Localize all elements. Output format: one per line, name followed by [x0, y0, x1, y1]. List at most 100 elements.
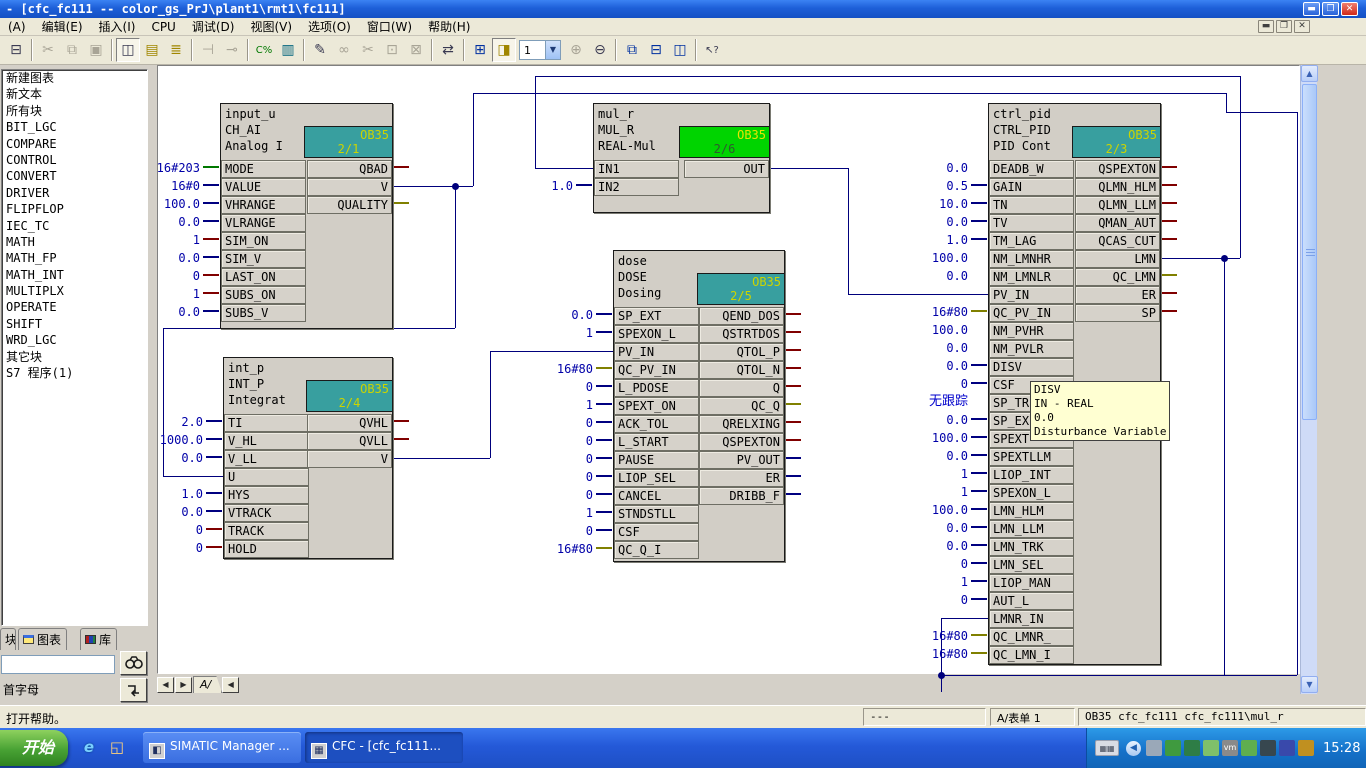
minimize-button[interactable]: ▬: [1303, 2, 1320, 16]
catalog-item-5[interactable]: CONTROL: [2, 152, 147, 168]
param-value[interactable]: 0: [961, 594, 968, 606]
scroll-up-button[interactable]: ▲: [1301, 65, 1318, 82]
catalog-item-11[interactable]: MATH_FP: [2, 250, 147, 266]
input-port-spexon_l[interactable]: SPEXON_L: [614, 325, 699, 343]
task-button-cfc[interactable]: ▦CFC - [cfc_fc111...: [305, 732, 463, 763]
input-port-mode[interactable]: MODE: [221, 160, 306, 178]
param-value[interactable]: 0.0: [946, 360, 968, 372]
jump-button[interactable]: [120, 678, 147, 702]
output-port-qcas_cut[interactable]: QCAS_CUT: [1075, 232, 1160, 250]
param-value[interactable]: 0.5: [946, 180, 968, 192]
output-port-lmn[interactable]: LMN: [1075, 250, 1160, 268]
input-port-value[interactable]: VALUE: [221, 178, 306, 196]
param-value[interactable]: 0.0: [946, 162, 968, 174]
input-port-liop_sel[interactable]: LIOP_SEL: [614, 469, 699, 487]
vertical-scrollbar[interactable]: ▲ ▼: [1300, 65, 1317, 694]
keyboard-tray-icon[interactable]: ▦▦: [1095, 740, 1119, 756]
scroll-down-button[interactable]: ▼: [1301, 676, 1318, 693]
block-mul_r[interactable]: mul_rMUL_RREAL-MulOB352/6IN1IN2OUT: [593, 103, 770, 213]
output-port-qtol_n[interactable]: QTOL_N: [699, 361, 784, 379]
output-port-qrelxing[interactable]: QRELXING: [699, 415, 784, 433]
catalog-item-13[interactable]: MULTIPLX: [2, 283, 147, 299]
block-schedule-badge[interactable]: OB352/3: [1072, 126, 1161, 158]
input-port-sp_ext[interactable]: SP_EXT: [614, 307, 699, 325]
sheet-nav-button-after[interactable]: ◀: [222, 677, 239, 693]
output-port-pv_out[interactable]: PV_OUT: [699, 451, 784, 469]
param-value[interactable]: 1000.0: [160, 434, 203, 446]
tray-icon-6[interactable]: [1260, 740, 1276, 756]
input-port-l_start[interactable]: L_START: [614, 433, 699, 451]
tray-collapse-icon[interactable]: ◀: [1126, 741, 1141, 756]
tile-horizontal-icon[interactable]: ⊟: [644, 38, 668, 62]
param-value[interactable]: 100.0: [932, 324, 968, 336]
input-port-cancel[interactable]: CANCEL: [614, 487, 699, 505]
input-port-tn[interactable]: TN: [989, 196, 1074, 214]
dropdown-arrow-icon[interactable]: ▼: [545, 41, 560, 59]
param-value[interactable]: 16#80: [932, 306, 968, 318]
output-port-qc_q[interactable]: QC_Q: [699, 397, 784, 415]
input-port-v_hl[interactable]: V_HL: [224, 432, 309, 450]
param-value[interactable]: 0: [586, 435, 593, 447]
input-port-qc_lmnr_[interactable]: QC_LMNR_: [989, 628, 1074, 646]
block-schedule-badge[interactable]: OB352/5: [697, 273, 785, 305]
input-port-hys[interactable]: HYS: [224, 486, 309, 504]
block-schedule-badge[interactable]: OB352/1: [304, 126, 393, 158]
param-value[interactable]: 0: [961, 378, 968, 390]
param-value[interactable]: 0.0: [181, 452, 203, 464]
output-port-qc_lmn[interactable]: QC_LMN: [1075, 268, 1160, 286]
output-port-sp[interactable]: SP: [1075, 304, 1160, 322]
param-value[interactable]: 0.0: [178, 216, 200, 228]
param-value[interactable]: 100.0: [932, 432, 968, 444]
param-value[interactable]: 0.0: [571, 309, 593, 321]
param-value[interactable]: 0.0: [946, 522, 968, 534]
task-button-simatic[interactable]: ◧SIMATIC Manager ...: [143, 732, 301, 763]
param-value[interactable]: 0.0: [946, 540, 968, 552]
input-port-spexon_l[interactable]: SPEXON_L: [989, 484, 1074, 502]
input-port-lmn_sel[interactable]: LMN_SEL: [989, 556, 1074, 574]
search-input[interactable]: [1, 655, 115, 674]
input-port-spextllm[interactable]: SPEXTLLM: [989, 448, 1074, 466]
run-sequence-icon[interactable]: C%: [252, 38, 276, 62]
output-port-v[interactable]: V: [307, 178, 392, 196]
output-port-qlmn_hlm[interactable]: QLMN_HLM: [1075, 178, 1160, 196]
tray-icon-2[interactable]: [1184, 740, 1200, 756]
param-value[interactable]: 0.0: [178, 252, 200, 264]
quick-launch-icon-0[interactable]: e: [78, 736, 100, 758]
param-value[interactable]: 0: [586, 489, 593, 501]
param-value[interactable]: 0.0: [178, 306, 200, 318]
param-value[interactable]: 0.0: [946, 450, 968, 462]
input-port-ack_tol[interactable]: ACK_TOL: [614, 415, 699, 433]
output-port-q[interactable]: Q: [699, 379, 784, 397]
input-port-lmnr_in[interactable]: LMNR_IN: [989, 610, 1074, 628]
param-value[interactable]: 0.0: [181, 506, 203, 518]
param-value[interactable]: 1.0: [551, 180, 573, 192]
output-port-qbad[interactable]: QBAD: [307, 160, 392, 178]
param-value[interactable]: 0: [196, 524, 203, 536]
param-value[interactable]: 1.0: [181, 488, 203, 500]
catalog-item-2[interactable]: 所有块: [2, 103, 147, 119]
catalog-item-0[interactable]: 新建图表: [2, 70, 147, 86]
param-value[interactable]: 16#80: [932, 630, 968, 642]
catalog-tab-1[interactable]: 图表: [18, 628, 67, 650]
input-port-last_on[interactable]: LAST_ON: [221, 268, 306, 286]
catalog-item-9[interactable]: IEC_TC: [2, 218, 147, 234]
input-port-nm_lmnlr[interactable]: NM_LMNLR: [989, 268, 1074, 286]
output-port-qlmn_llm[interactable]: QLMN_LLM: [1075, 196, 1160, 214]
param-value[interactable]: 16#0: [171, 180, 200, 192]
quick-launch-icon-1[interactable]: ◱: [106, 736, 128, 758]
input-port-lmn_trk[interactable]: LMN_TRK: [989, 538, 1074, 556]
input-port-vtrack[interactable]: VTRACK: [224, 504, 309, 522]
input-port-nm_pvhr[interactable]: NM_PVHR: [989, 322, 1074, 340]
param-value[interactable]: 0: [586, 381, 593, 393]
catalog-item-4[interactable]: COMPARE: [2, 136, 147, 152]
help-pointer-icon[interactable]: ↖?: [700, 38, 724, 62]
start-button[interactable]: 开始: [0, 730, 68, 766]
test-mode-icon[interactable]: ✎: [308, 38, 332, 62]
param-value[interactable]: 2.0: [181, 416, 203, 428]
output-port-v[interactable]: V: [307, 450, 392, 468]
param-value[interactable]: 0.0: [946, 342, 968, 354]
param-value[interactable]: 100.0: [164, 198, 200, 210]
sheet-nav-button-0[interactable]: ◀: [157, 677, 174, 693]
output-port-qvll[interactable]: QVLL: [307, 432, 392, 450]
input-port-tv[interactable]: TV: [989, 214, 1074, 232]
